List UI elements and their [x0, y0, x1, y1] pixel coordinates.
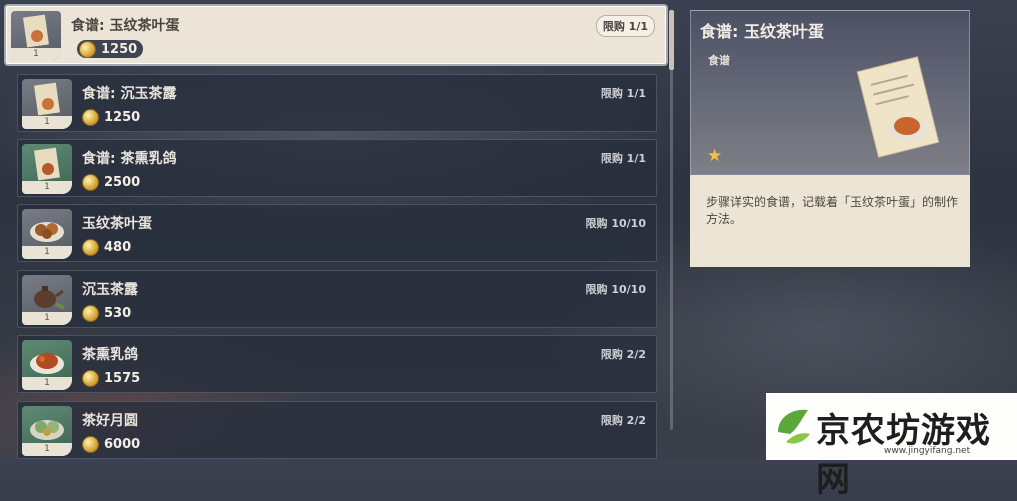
- tea-egg-icon: [30, 222, 64, 242]
- mora-coin-icon: [82, 304, 99, 322]
- item-count: 1: [22, 312, 72, 325]
- detail-title: 食谱: 玉纹茶叶蛋: [700, 22, 824, 41]
- item-count: 1: [22, 181, 72, 194]
- item-detail-panel: 食谱: 玉纹茶叶蛋 食谱 ★ 步骤详实的食谱，记载着「玉纹茶叶蛋」的制作方法。: [690, 10, 970, 267]
- shop-item-row-2[interactable]: 1 食谱: 茶熏乳鸽 2500 限购 1/1: [17, 139, 657, 197]
- recipe-scroll-icon: [34, 147, 60, 181]
- item-name: 食谱: 玉纹茶叶蛋: [71, 18, 180, 34]
- purchase-limit-badge: 限购 1/1: [600, 87, 646, 100]
- item-price: 530: [82, 304, 131, 322]
- purchase-limit-badge: 限购 10/10: [585, 217, 646, 230]
- item-price: 6000: [82, 435, 140, 453]
- recipe-scroll-icon: [856, 56, 940, 158]
- shop-item-row-6[interactable]: 1 茶好月圆 6000 限购 2/2: [17, 401, 657, 459]
- item-thumbnail: 1: [22, 79, 72, 129]
- item-name: 茶熏乳鸽: [82, 347, 138, 363]
- item-thumbnail: 1: [22, 209, 72, 259]
- purchase-limit-badge: 限购 2/2: [600, 414, 646, 427]
- mora-coin-icon: [82, 435, 99, 453]
- item-thumbnail: 1: [22, 340, 72, 390]
- item-name: 沉玉茶露: [82, 282, 138, 298]
- mora-coin-icon: [82, 238, 99, 256]
- shop-item-row-3[interactable]: 1 玉纹茶叶蛋 480 限购 10/10: [17, 204, 657, 262]
- shop-item-row-0[interactable]: 1 食谱: 玉纹茶叶蛋 1250 限购 1/1: [6, 6, 666, 64]
- item-price: 1250: [82, 108, 140, 126]
- recipe-scroll-icon: [34, 82, 60, 116]
- scrollbar-thumb[interactable]: [669, 10, 674, 70]
- mora-coin-icon: [79, 40, 96, 58]
- item-name: 食谱: 茶熏乳鸽: [82, 151, 177, 167]
- item-count: 1: [22, 116, 72, 129]
- shop-item-row-1[interactable]: 1 食谱: 沉玉茶露 1250 限购 1/1: [17, 74, 657, 132]
- watermark-url: www.jingyifang.net: [884, 446, 971, 456]
- item-count: 1: [11, 48, 61, 61]
- item-thumbnail: 1: [11, 11, 61, 61]
- item-count: 1: [22, 377, 72, 390]
- item-count: 1: [22, 246, 72, 259]
- item-thumbnail: 1: [22, 406, 72, 456]
- item-name: 玉纹茶叶蛋: [82, 216, 152, 232]
- mora-coin-icon: [82, 108, 99, 126]
- scrollbar-track[interactable]: [670, 10, 673, 430]
- detail-description: 步骤详实的食谱，记载着「玉纹茶叶蛋」的制作方法。: [706, 195, 959, 226]
- detail-description-box: 步骤详实的食谱，记载着「玉纹茶叶蛋」的制作方法。: [690, 175, 970, 267]
- purchase-limit-badge: 限购 1/1: [595, 15, 655, 37]
- teapot-icon: [34, 286, 65, 310]
- mora-coin-icon: [82, 369, 99, 387]
- shop-item-row-4[interactable]: 1 沉玉茶露 530 限购 10/10: [17, 270, 657, 328]
- item-price: 2500: [82, 173, 140, 191]
- shop-item-list: 1 食谱: 玉纹茶叶蛋 1250 限购 1/1 1 食谱: 沉玉茶露 1250 …: [0, 0, 672, 460]
- recipe-scroll-icon: [23, 14, 49, 48]
- watermark-logo-icon: [778, 409, 810, 444]
- shop-item-row-5[interactable]: 1 茶熏乳鸽 1575 限购 2/2: [17, 335, 657, 393]
- item-count: 1: [22, 443, 72, 456]
- mora-coin-icon: [82, 173, 99, 191]
- item-price: 1250: [77, 40, 144, 58]
- detail-header: 食谱: 玉纹茶叶蛋 食谱 ★: [690, 10, 970, 175]
- purchase-limit-badge: 限购 1/1: [600, 152, 646, 165]
- mooncake-icon: [30, 420, 64, 440]
- item-name: 茶好月圆: [82, 413, 138, 429]
- roast-pigeon-icon: [30, 353, 64, 374]
- item-price: 480: [82, 238, 131, 256]
- item-thumbnail: 1: [22, 275, 72, 325]
- purchase-limit-badge: 限购 10/10: [585, 283, 646, 296]
- item-thumbnail: 1: [22, 144, 72, 194]
- star-icon: ★: [707, 146, 723, 166]
- purchase-limit-badge: 限购 2/2: [600, 348, 646, 361]
- watermark: 京农坊游戏网 www.jingyifang.net: [766, 393, 1017, 500]
- item-price: 1575: [82, 369, 140, 387]
- item-name: 食谱: 沉玉茶露: [82, 86, 177, 102]
- detail-item-type: 食谱: [708, 54, 730, 67]
